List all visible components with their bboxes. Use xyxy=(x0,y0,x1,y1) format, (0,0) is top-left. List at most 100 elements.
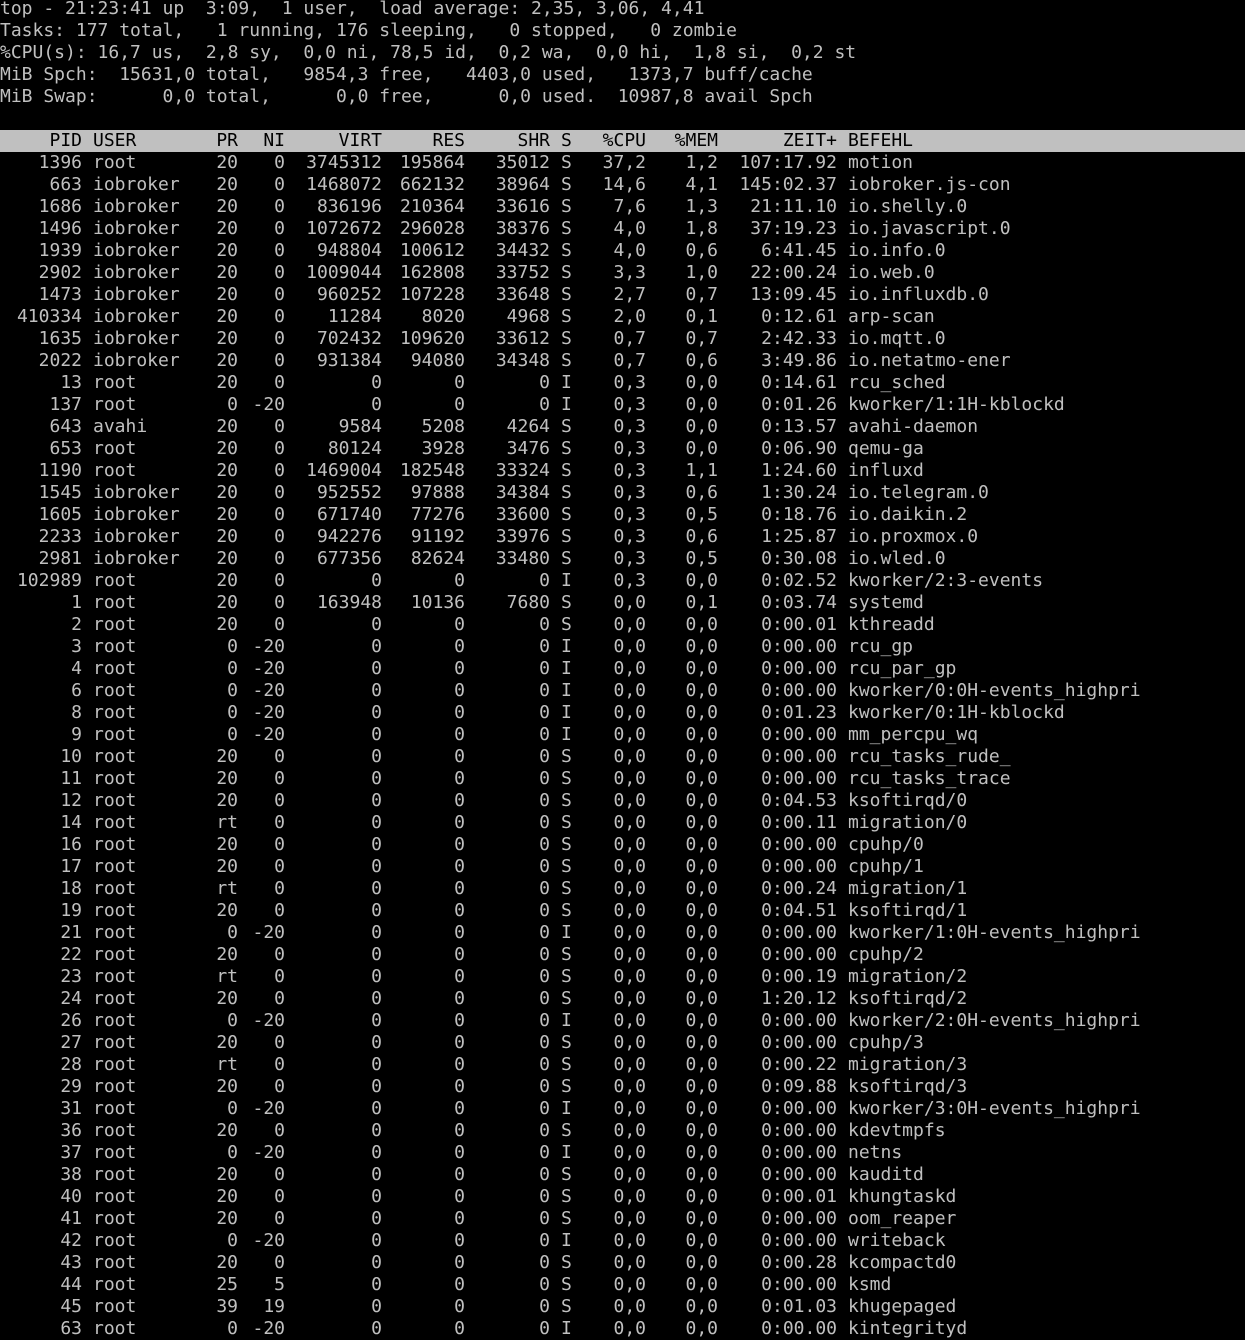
cell-shr: 0 xyxy=(539,900,550,921)
cell-cpu: 0,0 xyxy=(613,834,646,855)
cell-mem: 0,0 xyxy=(685,1252,718,1273)
cell-shr: 33600 xyxy=(495,504,550,525)
cell-state: S xyxy=(561,856,572,877)
cell-shr: 38376 xyxy=(495,218,550,239)
cell-ni: 0 xyxy=(274,988,285,1009)
cell-command: rcu_sched xyxy=(848,372,946,393)
cell-user: root xyxy=(93,988,137,1009)
cell-cpu: 0,3 xyxy=(613,372,646,393)
cell-user: root xyxy=(93,790,137,811)
cell-cpu: 4,0 xyxy=(613,240,646,261)
cell-user: root xyxy=(93,966,137,987)
cell-shr: 33324 xyxy=(495,460,550,481)
cell-pid: 1473 xyxy=(38,284,82,305)
table-row: 653 root 20 0 80124 3928 3476 S 0,3 0,0 0:06.90 qem… xyxy=(0,438,1245,460)
cell-pid: 3 xyxy=(71,636,82,657)
cell-cpu: 0,0 xyxy=(613,1230,646,1251)
cell-command: motion xyxy=(848,152,914,173)
cell-user: root xyxy=(93,1142,137,1163)
cell-pid: 14 xyxy=(60,812,82,833)
cell-user: root xyxy=(93,1032,137,1053)
cell-shr: 0 xyxy=(539,658,550,679)
cell-user: root xyxy=(93,1252,137,1273)
cell-pr: 20 xyxy=(216,746,238,767)
table-row: 36 root 20 0 0 0 0 S 0,0 0,0 0:00.00 kdevtmpfs xyxy=(0,1120,1245,1142)
cell-ni: -20 xyxy=(252,724,285,745)
cell-res: 0 xyxy=(454,1010,465,1031)
cell-command: qemu-ga xyxy=(848,438,924,459)
cell-pid: 17 xyxy=(60,856,82,877)
cell-virt: 836196 xyxy=(316,196,382,217)
cell-mem: 0,0 xyxy=(685,1010,718,1031)
cell-res: 0 xyxy=(454,1032,465,1053)
cell-ni: -20 xyxy=(252,1010,285,1031)
cell-shr: 0 xyxy=(539,966,550,987)
cell-shr: 33616 xyxy=(495,196,550,217)
cell-time: 0:00.00 xyxy=(761,1274,837,1295)
cell-command: kworker/2:3-events xyxy=(848,570,1044,591)
cell-cpu: 37,2 xyxy=(602,152,646,173)
cell-state: S xyxy=(561,262,572,283)
terminal-window[interactable]: { "theme": {"background": "#000000", "fo… xyxy=(0,0,1245,1339)
cell-res: 8020 xyxy=(421,306,465,327)
cell-cpu: 0,0 xyxy=(613,1098,646,1119)
cell-command: io.wled.0 xyxy=(848,548,946,569)
cell-cpu: 0,0 xyxy=(613,878,646,899)
cell-state: S xyxy=(561,416,572,437)
cell-command: influxd xyxy=(848,460,924,481)
cell-cpu: 0,0 xyxy=(613,1296,646,1317)
cell-pid: 16 xyxy=(60,834,82,855)
cell-shr: 4968 xyxy=(506,306,550,327)
cell-res: 0 xyxy=(454,372,465,393)
cell-user: iobroker xyxy=(93,284,180,305)
cell-mem: 0,0 xyxy=(685,1296,718,1317)
cell-virt: 0 xyxy=(371,394,382,415)
cell-user: root xyxy=(93,834,137,855)
cell-cpu: 0,0 xyxy=(613,812,646,833)
cell-ni: -20 xyxy=(252,1098,285,1119)
cell-shr: 0 xyxy=(539,372,550,393)
cell-shr: 0 xyxy=(539,922,550,943)
cell-pid: 42 xyxy=(60,1230,82,1251)
cell-pid: 18 xyxy=(60,878,82,899)
table-row: 1473 iobroker 20 0 960252 107228 33648 S 2,7 0,7 1… xyxy=(0,284,1245,306)
cell-time: 0:00.00 xyxy=(761,680,837,701)
cell-virt: 0 xyxy=(371,636,382,657)
cell-ni: 19 xyxy=(263,1296,285,1317)
cell-state: I xyxy=(561,1010,572,1031)
cell-cpu: 0,0 xyxy=(613,680,646,701)
cell-virt: 0 xyxy=(371,1164,382,1185)
cell-virt: 0 xyxy=(371,1296,382,1317)
cell-mem: 0,0 xyxy=(685,1274,718,1295)
cell-user: iobroker xyxy=(93,328,180,349)
cell-user: root xyxy=(93,922,137,943)
cell-cpu: 4,0 xyxy=(613,218,646,239)
cell-user: root xyxy=(93,592,137,613)
cell-shr: 0 xyxy=(539,746,550,767)
cell-time: 0:00.01 xyxy=(761,614,837,635)
cell-ni: 0 xyxy=(274,372,285,393)
cell-user: root xyxy=(93,1076,137,1097)
cell-pr: 20 xyxy=(216,548,238,569)
cell-virt: 0 xyxy=(371,768,382,789)
table-row: 24 root 20 0 0 0 0 S 0,0 0,0 1:20.12 ksoftirqd/2 xyxy=(0,988,1245,1010)
cell-command: kcompactd0 xyxy=(848,1252,957,1273)
cell-mem: 0,6 xyxy=(685,240,718,261)
cell-mem: 1,1 xyxy=(685,460,718,481)
cell-virt: 671740 xyxy=(316,504,382,525)
cell-state: S xyxy=(561,196,572,217)
table-row: 1635 iobroker 20 0 702432 109620 33612 S 0,7 0,7 2… xyxy=(0,328,1245,350)
cell-pr: 20 xyxy=(216,1120,238,1141)
cell-command: io.influxdb.0 xyxy=(848,284,989,305)
cell-ni: -20 xyxy=(252,1230,285,1251)
cell-shr: 7680 xyxy=(506,592,550,613)
cell-state: S xyxy=(561,1274,572,1295)
cell-command: oom_reaper xyxy=(848,1208,957,1229)
cell-ni: 0 xyxy=(274,790,285,811)
cell-shr: 0 xyxy=(539,1230,550,1251)
cell-state: S xyxy=(561,1120,572,1141)
cell-pr: 20 xyxy=(216,1186,238,1207)
cell-ni: -20 xyxy=(252,1142,285,1163)
cell-mem: 0,0 xyxy=(685,372,718,393)
cell-cpu: 0,0 xyxy=(613,746,646,767)
